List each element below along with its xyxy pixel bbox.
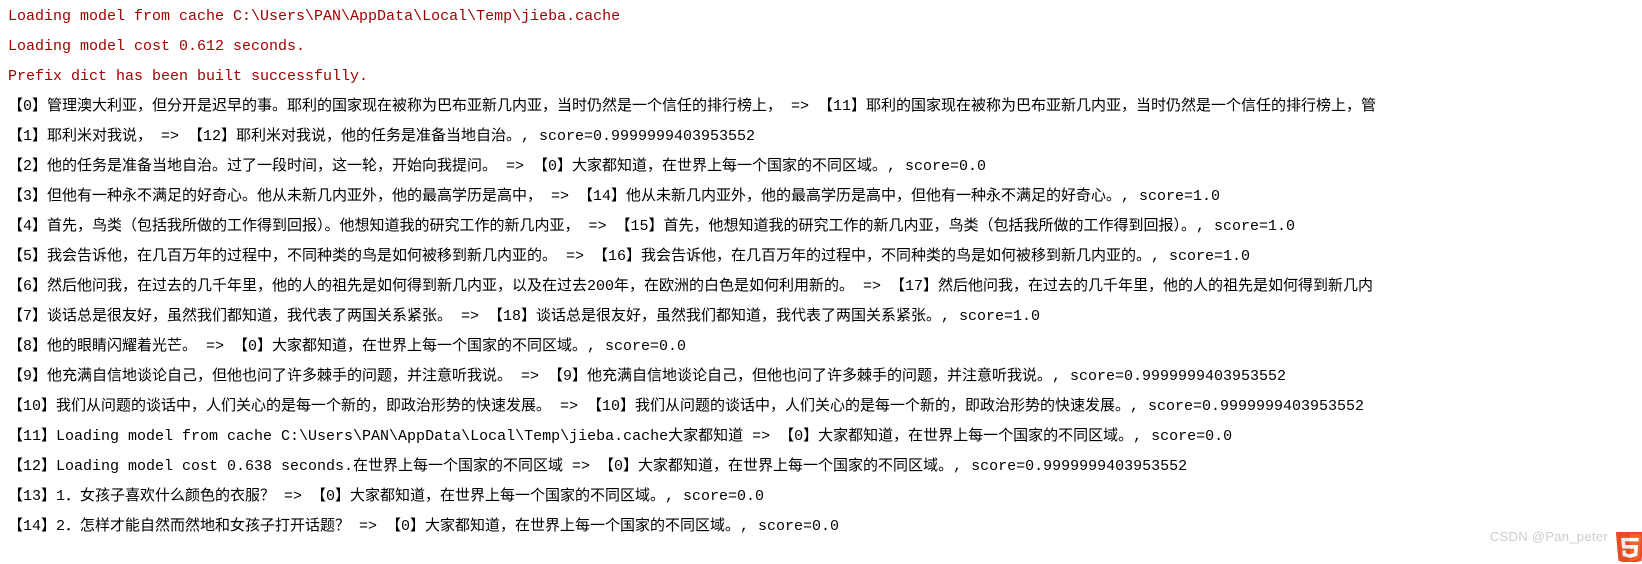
output-line: 【8】他的眼睛闪耀着光芒。 => 【0】大家都知道，在世界上每一个国家的不同区域… <box>8 332 1634 362</box>
console-output: Loading model from cache C:\Users\PAN\Ap… <box>8 2 1634 542</box>
output-line: 【1】耶利米对我说， => 【12】耶利米对我说，他的任务是准备当地自治。, s… <box>8 122 1634 152</box>
output-line: 【10】我们从问题的谈话中，人们关心的是每一个新的，即政治形势的快速发展。 =>… <box>8 392 1634 422</box>
log-line: Loading model cost 0.612 seconds. <box>8 32 1634 62</box>
watermark-text: CSDN @Pan_peter <box>1490 524 1608 550</box>
output-line: 【12】Loading model cost 0.638 seconds.在世界… <box>8 452 1634 482</box>
log-line: Loading model from cache C:\Users\PAN\Ap… <box>8 2 1634 32</box>
output-line: 【4】首先，鸟类（包括我所做的工作得到回报）。他想知道我的研究工作的新几内亚， … <box>8 212 1634 242</box>
output-line: 【14】2．怎样才能自然而然地和女孩子打开话题？ => 【0】大家都知道，在世界… <box>8 512 1634 542</box>
output-line: 【6】然后他问我，在过去的几千年里，他的人的祖先是如何得到新几内亚，以及在过去2… <box>8 272 1634 302</box>
output-line: 【5】我会告诉他，在几百万年的过程中，不同种类的鸟是如何被移到新几内亚的。 =>… <box>8 242 1634 272</box>
output-line: 【9】他充满自信地谈论自己，但他也问了许多棘手的问题，并注意听我说。 => 【9… <box>8 362 1634 392</box>
output-line: 【2】他的任务是准备当地自治。过了一段时间，这一轮，开始向我提问。 => 【0】… <box>8 152 1634 182</box>
output-line: 【3】但他有一种永不满足的好奇心。他从未新几内亚外，他的最高学历是高中， => … <box>8 182 1634 212</box>
html5-badge-icon <box>1614 530 1642 562</box>
output-line: 【0】管理澳大利亚，但分开是迟早的事。耶利的国家现在被称为巴布亚新几内亚，当时仍… <box>8 92 1634 122</box>
output-line: 【7】谈话总是很友好，虽然我们都知道，我代表了两国关系紧张。 => 【18】谈话… <box>8 302 1634 332</box>
log-line: Prefix dict has been built successfully. <box>8 62 1634 92</box>
output-line: 【11】Loading model from cache C:\Users\PA… <box>8 422 1634 452</box>
output-line: 【13】1．女孩子喜欢什么颜色的衣服？ => 【0】大家都知道，在世界上每一个国… <box>8 482 1634 512</box>
